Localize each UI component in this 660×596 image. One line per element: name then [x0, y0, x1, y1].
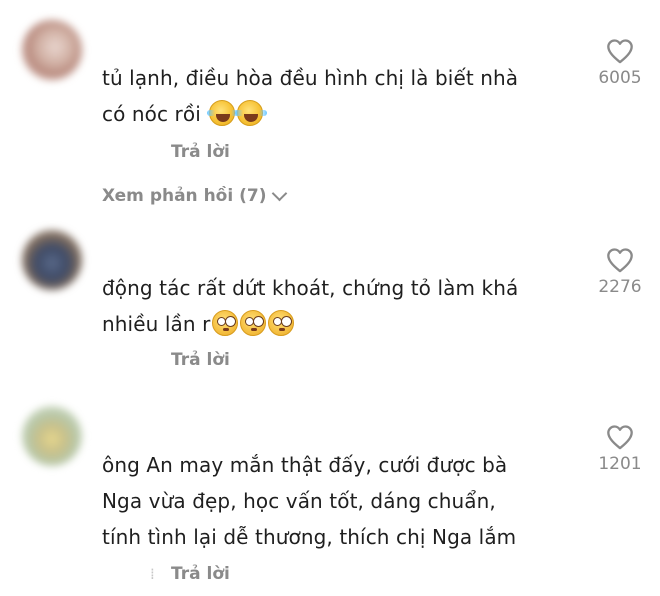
- view-replies-button[interactable]: Xem phản hồi (7): [102, 185, 288, 206]
- avatar[interactable]: [22, 20, 82, 80]
- emoji-group: [207, 100, 268, 137]
- comment-text-content: động tác rất dứt khoát, chứng tỏ làm khá…: [102, 276, 519, 336]
- flushed-emoji-icon: [268, 310, 295, 336]
- like-count: 1201: [598, 454, 642, 474]
- like-count: 2276: [598, 277, 642, 297]
- comment-text: ông An may mắn thật đấy, cưới được bà Ng…: [102, 447, 572, 555]
- like-button[interactable]: 1201: [588, 424, 652, 474]
- avatar[interactable]: [22, 406, 82, 466]
- comment-text-content: tủ lạnh, điều hòa đều hình chị là biết n…: [102, 66, 519, 126]
- avatar[interactable]: [22, 230, 82, 290]
- like-button[interactable]: 6005: [588, 38, 652, 88]
- like-count: 6005: [598, 68, 642, 88]
- chevron-down-icon: [272, 185, 288, 201]
- heart-outline-icon: [607, 39, 633, 64]
- divider-mark: ⁞: [150, 565, 155, 583]
- heart-outline-icon: [607, 248, 633, 273]
- view-replies-label: Xem phản hồi (7): [102, 186, 267, 206]
- flushed-emoji-icon: [240, 310, 267, 336]
- like-button[interactable]: 2276: [588, 247, 652, 297]
- flushed-emoji-icon: [212, 310, 239, 336]
- emoji-group: [210, 310, 295, 347]
- laughing-tears-emoji-icon: [207, 100, 240, 126]
- reply-button[interactable]: Trả lời: [171, 564, 230, 584]
- comment-text: tủ lạnh, điều hòa đều hình chị là biết n…: [102, 60, 572, 137]
- reply-button[interactable]: Trả lời: [171, 142, 230, 162]
- heart-outline-icon: [607, 425, 633, 450]
- comment-list: tủ lạnh, điều hòa đều hình chị là biết n…: [0, 0, 660, 596]
- laughing-tears-emoji-icon: [235, 100, 268, 126]
- comment-text: động tác rất dứt khoát, chứng tỏ làm khá…: [102, 270, 572, 347]
- reply-button[interactable]: Trả lời: [171, 350, 230, 370]
- comment-text-content: ông An may mắn thật đấy, cưới được bà Ng…: [102, 453, 517, 549]
